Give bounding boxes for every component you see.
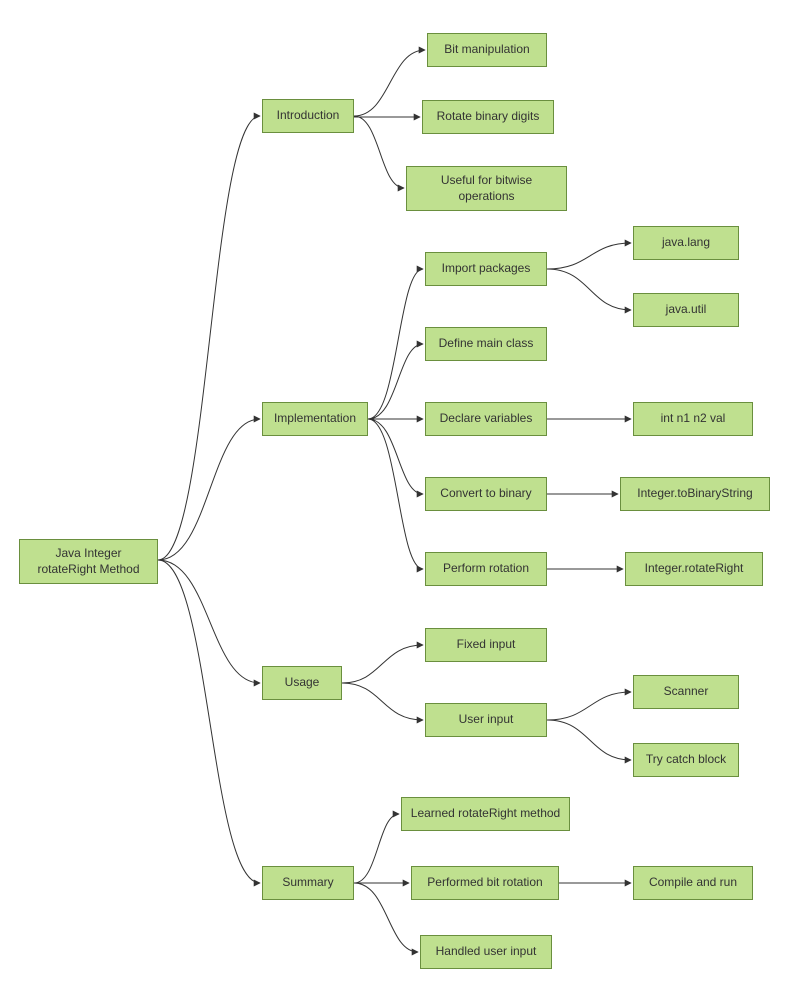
node-impl: Implementation	[262, 402, 368, 436]
node-intro-c1: Bit manipulation	[427, 33, 547, 67]
node-impl-c3a: int n1 n2 val	[633, 402, 753, 436]
node-usage-c2: User input	[425, 703, 547, 737]
node-usage-c1: Fixed input	[425, 628, 547, 662]
node-usage-c2a: Scanner	[633, 675, 739, 709]
node-impl-c4: Convert to binary	[425, 477, 547, 511]
node-impl-c1a: java.lang	[633, 226, 739, 260]
node-summary-c2a: Compile and run	[633, 866, 753, 900]
node-root: Java Integer rotateRight Method	[19, 539, 158, 584]
node-intro: Introduction	[262, 99, 354, 133]
node-summary: Summary	[262, 866, 354, 900]
node-impl-c3: Declare variables	[425, 402, 547, 436]
node-summary-c1: Learned rotateRight method	[401, 797, 570, 831]
node-impl-c4a: Integer.toBinaryString	[620, 477, 770, 511]
node-usage-c2b: Try catch block	[633, 743, 739, 777]
node-impl-c1: Import packages	[425, 252, 547, 286]
node-summary-c3: Handled user input	[420, 935, 552, 969]
node-impl-c2: Define main class	[425, 327, 547, 361]
node-intro-c2: Rotate binary digits	[422, 100, 554, 134]
node-impl-c5: Perform rotation	[425, 552, 547, 586]
node-impl-c5a: Integer.rotateRight	[625, 552, 763, 586]
node-intro-c3: Useful for bitwise operations	[406, 166, 567, 211]
node-summary-c2: Performed bit rotation	[411, 866, 559, 900]
node-impl-c1b: java.util	[633, 293, 739, 327]
node-usage: Usage	[262, 666, 342, 700]
